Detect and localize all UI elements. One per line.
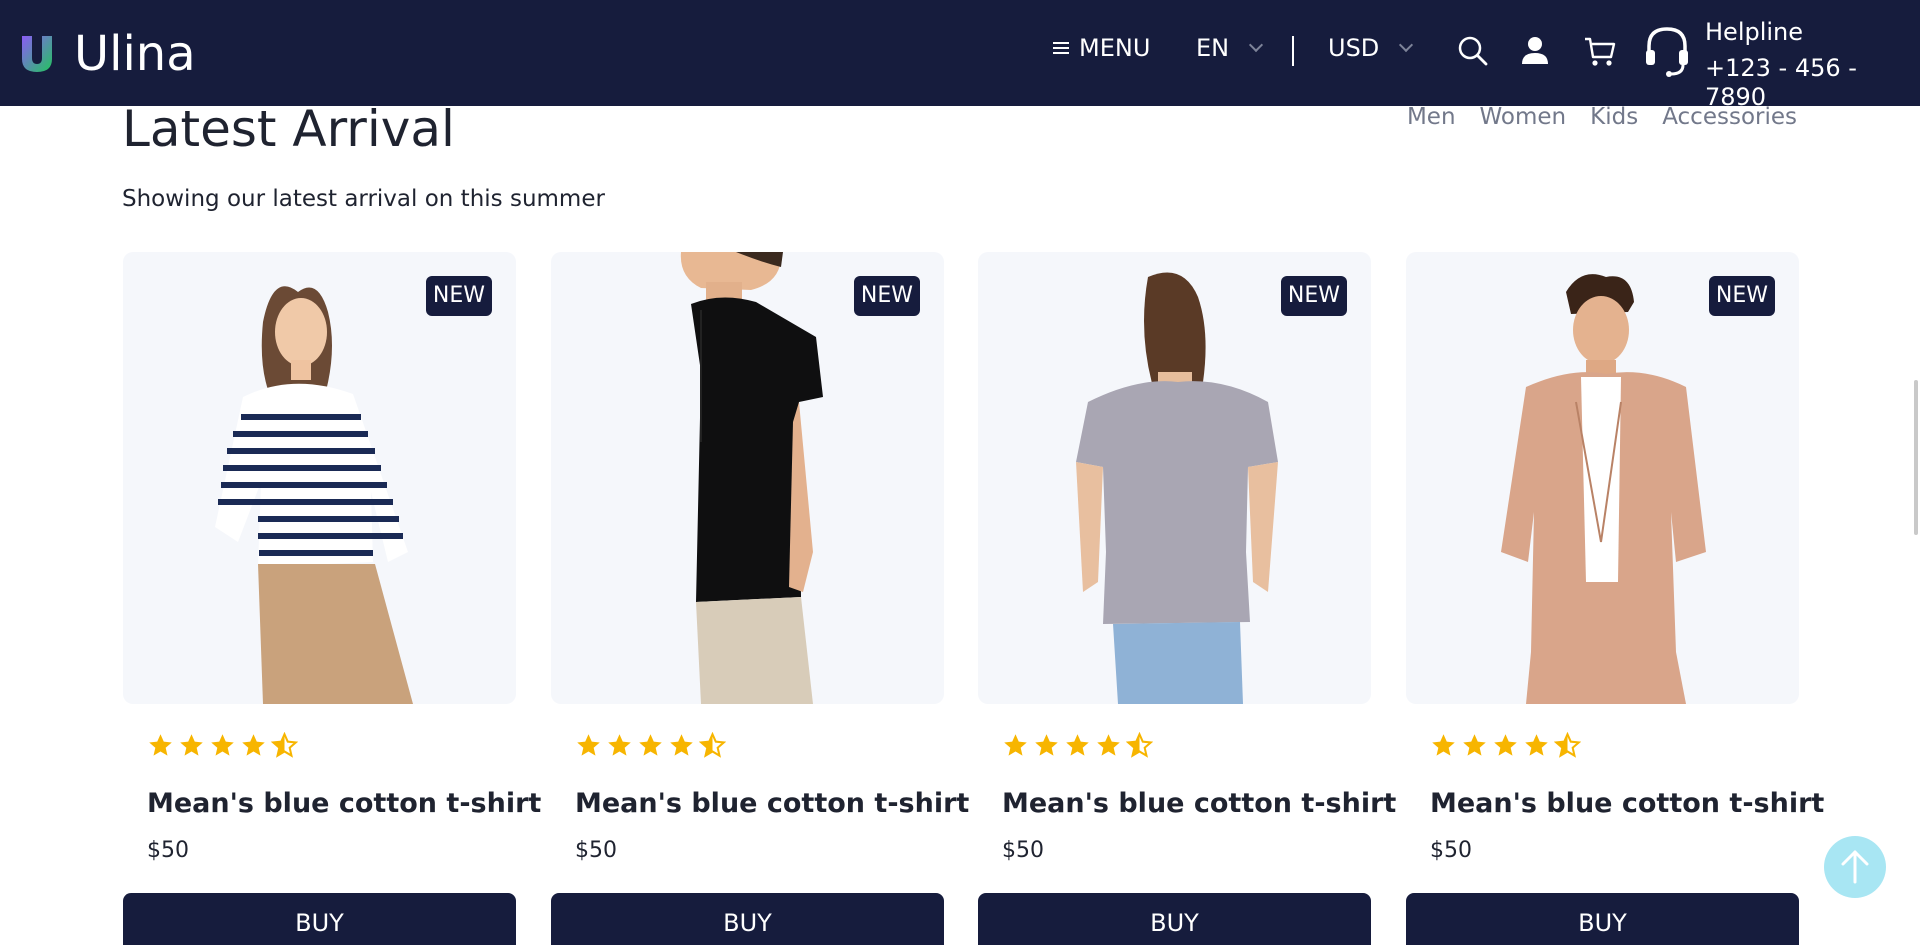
- product-photo-man-black-polo: [680, 252, 823, 704]
- language-value: EN: [1196, 34, 1230, 62]
- star-icon: [639, 734, 662, 756]
- new-badge: NEW: [425, 276, 492, 316]
- product-image[interactable]: NEW: [551, 252, 944, 704]
- tab-women[interactable]: Women: [1480, 104, 1567, 130]
- product-name[interactable]: Mean's blue cotton t-shirt: [1430, 788, 1824, 819]
- category-tabs: Men Women Kids Accessories: [1407, 104, 1797, 130]
- tab-men[interactable]: Men: [1407, 104, 1456, 130]
- cart-icon[interactable]: [1582, 33, 1618, 69]
- logo-icon: [22, 36, 52, 72]
- tab-kids[interactable]: Kids: [1590, 104, 1638, 130]
- star-rating: [147, 732, 298, 759]
- star-icon: [149, 734, 172, 756]
- star-icon: [670, 734, 693, 756]
- product-name[interactable]: Mean's blue cotton t-shirt: [1002, 788, 1396, 819]
- product-name[interactable]: Mean's blue cotton t-shirt: [147, 788, 541, 819]
- star-rating: [575, 732, 726, 759]
- product-price: $50: [1002, 838, 1044, 863]
- star-icon: [608, 734, 631, 756]
- helpline-number[interactable]: +123 - 456 - 7890: [1705, 54, 1920, 112]
- product-image[interactable]: NEW: [978, 252, 1371, 704]
- product-photo-woman-striped-shirt: [215, 286, 413, 704]
- star-icon: [1035, 734, 1058, 756]
- brand-logo[interactable]: Ulina: [20, 30, 196, 78]
- star-icon: [1463, 734, 1486, 756]
- scroll-to-top-button[interactable]: [1824, 836, 1886, 898]
- product-card[interactable]: NEW Mean's blue cotton t-shirt $50 BUY: [1406, 252, 1824, 945]
- star-rating: [1430, 732, 1581, 759]
- new-badge: NEW: [853, 276, 920, 316]
- buy-button[interactable]: BUY: [551, 893, 944, 945]
- product-image[interactable]: NEW: [123, 252, 516, 704]
- half-star-icon: [1126, 732, 1153, 758]
- product-card[interactable]: NEW Mean's blue cotton t-shirt $50 BUY: [123, 252, 541, 945]
- arrow-up-icon: [1841, 850, 1869, 884]
- product-price: $50: [147, 838, 189, 863]
- menu-button[interactable]: MENU: [1053, 36, 1150, 60]
- star-icon: [242, 734, 265, 756]
- product-card[interactable]: NEW Mean's blue cotton t-shirt $50 BUY: [551, 252, 969, 945]
- product-photo-woman-grey-tshirt: [1076, 272, 1278, 704]
- page-scrollbar-thumb[interactable]: [1914, 380, 1918, 535]
- divider: [1292, 36, 1294, 66]
- currency-value: USD: [1328, 34, 1380, 62]
- new-badge: NEW: [1280, 276, 1347, 316]
- headset-icon: [1646, 27, 1688, 77]
- helpline-label: Helpline: [1705, 18, 1804, 46]
- menu-icon: [1053, 39, 1069, 57]
- chevron-down-icon: [1399, 37, 1414, 53]
- product-photo-man-pink-blazer: [1501, 274, 1706, 704]
- star-icon: [1097, 734, 1120, 756]
- new-badge: NEW: [1708, 276, 1775, 316]
- star-icon: [180, 734, 203, 756]
- section-title: Latest Arrival: [122, 100, 455, 158]
- brand-name: Ulina: [74, 26, 196, 82]
- chevron-down-icon: [1249, 37, 1264, 53]
- product-image[interactable]: NEW: [1406, 252, 1799, 704]
- star-icon: [1494, 734, 1517, 756]
- site-header: Ulina MENU EN USD Helpline +123 - 456 - …: [0, 0, 1920, 111]
- menu-label: MENU: [1079, 34, 1151, 62]
- product-card[interactable]: NEW Mean's blue cotton t-shirt $50 BUY: [978, 252, 1396, 945]
- currency-select[interactable]: USD: [1328, 34, 1414, 62]
- search-icon[interactable]: [1455, 33, 1491, 69]
- half-star-icon: [271, 732, 298, 758]
- product-price: $50: [1430, 838, 1472, 863]
- section-subtitle: Showing our latest arrival on this summe…: [122, 186, 605, 212]
- language-select[interactable]: EN: [1196, 34, 1264, 62]
- tab-accessories[interactable]: Accessories: [1662, 104, 1797, 130]
- product-price: $50: [575, 838, 617, 863]
- star-icon: [577, 734, 600, 756]
- star-icon: [1066, 734, 1089, 756]
- product-name[interactable]: Mean's blue cotton t-shirt: [575, 788, 969, 819]
- half-star-icon: [1554, 732, 1581, 758]
- star-icon: [211, 734, 234, 756]
- half-star-icon: [699, 732, 726, 758]
- buy-button[interactable]: BUY: [123, 893, 516, 945]
- buy-button[interactable]: BUY: [1406, 893, 1799, 945]
- star-rating: [1002, 732, 1153, 759]
- buy-button[interactable]: BUY: [978, 893, 1371, 945]
- star-icon: [1432, 734, 1455, 756]
- user-icon[interactable]: [1517, 33, 1553, 69]
- star-icon: [1525, 734, 1548, 756]
- star-icon: [1004, 734, 1027, 756]
